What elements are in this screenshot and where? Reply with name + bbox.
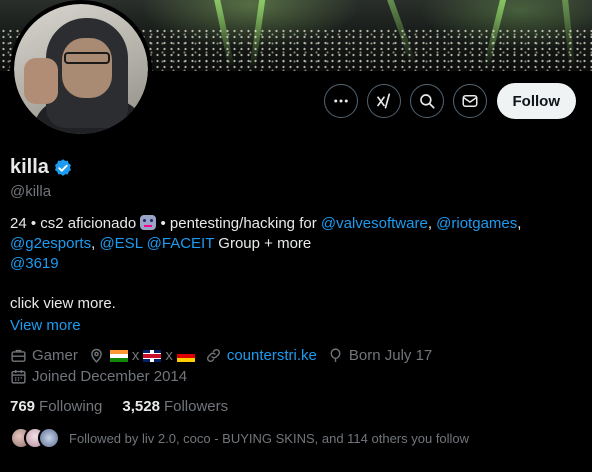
avatar	[38, 427, 60, 449]
profile-name-row: killa	[10, 156, 73, 179]
bio-text: 24 • cs2 aficionado	[10, 215, 141, 232]
view-more-link[interactable]: View more	[10, 317, 81, 334]
bio-text: ,	[517, 215, 522, 232]
meta-category: Gamer	[10, 347, 78, 364]
followers-label: Followers	[163, 398, 229, 415]
follow-button[interactable]: Follow	[496, 83, 576, 119]
search-button[interactable]	[409, 84, 444, 118]
more-button[interactable]	[323, 84, 358, 118]
follow-stats: 769 Following 3,528 Followers	[10, 398, 228, 415]
location-pin-icon	[91, 348, 102, 363]
message-button[interactable]	[452, 84, 487, 118]
followers-count: 3,528	[122, 398, 160, 415]
joined-text: Joined December 2014	[32, 368, 188, 385]
search-icon	[419, 94, 435, 109]
location-separator: x	[165, 347, 173, 364]
envelope-icon	[462, 95, 477, 107]
briefcase-icon	[11, 349, 26, 362]
meta-birthday: Born July 17	[327, 347, 432, 364]
mention-link[interactable]: @3619	[10, 255, 59, 272]
category-text: Gamer	[32, 347, 78, 364]
followed-by-text: Followed by liv 2.0, coco - BUYING SKINS…	[69, 430, 470, 446]
meta-location: x x	[88, 347, 195, 364]
mention-link[interactable]: @riotgames	[436, 215, 517, 232]
birthday-text: Born July 17	[348, 347, 433, 364]
bio-text: • pentesting/hacking for	[156, 215, 321, 232]
location-separator: x	[131, 347, 140, 364]
profile-avatar[interactable]	[10, 0, 152, 138]
avatar-photo	[14, 4, 148, 134]
profile-name: killa	[10, 156, 49, 178]
robot-emoji-icon	[140, 215, 157, 230]
verified-badge-icon[interactable]	[53, 158, 73, 178]
meta-website: counterstri.ke	[205, 347, 317, 364]
website-link[interactable]: counterstri.ke	[227, 347, 317, 364]
india-flag-icon	[109, 349, 128, 362]
balloon-icon	[330, 348, 341, 362]
followed-by[interactable]: Followed by liv 2.0, coco - BUYING SKINS…	[10, 427, 469, 449]
followers-link[interactable]: 3,528 Followers	[122, 398, 228, 415]
profile-actions: Follow	[323, 83, 576, 119]
profile-bio: 24 • cs2 aficionado • pentesting/hacking…	[10, 214, 580, 314]
bio-text: click view more.	[10, 295, 116, 312]
profile-handle: @killa	[10, 183, 52, 200]
uk-flag-icon	[143, 349, 162, 362]
mention-link[interactable]: @FACEIT	[147, 235, 214, 252]
profile-meta-joined: Joined December 2014	[10, 368, 197, 385]
calendar-icon	[11, 370, 26, 384]
grok-button[interactable]	[366, 84, 401, 118]
more-horizontal-icon	[333, 99, 348, 103]
mention-link[interactable]: @ESL	[99, 235, 142, 252]
grok-icon	[376, 93, 390, 109]
germany-flag-icon	[176, 349, 195, 362]
meta-joined: Joined December 2014	[10, 368, 187, 385]
follower-avatars	[10, 427, 60, 449]
following-count: 769	[10, 398, 36, 415]
mention-link[interactable]: @valvesoftware	[321, 215, 428, 232]
link-icon	[206, 349, 220, 362]
following-label: Following	[39, 398, 103, 415]
bio-text: Group + more	[214, 235, 312, 252]
profile-meta: Gamer x x counterstri.ke Born July 17	[10, 347, 442, 364]
following-link[interactable]: 769 Following	[10, 398, 102, 415]
bio-text: ,	[427, 215, 437, 232]
mention-link[interactable]: @g2esports	[10, 235, 91, 252]
